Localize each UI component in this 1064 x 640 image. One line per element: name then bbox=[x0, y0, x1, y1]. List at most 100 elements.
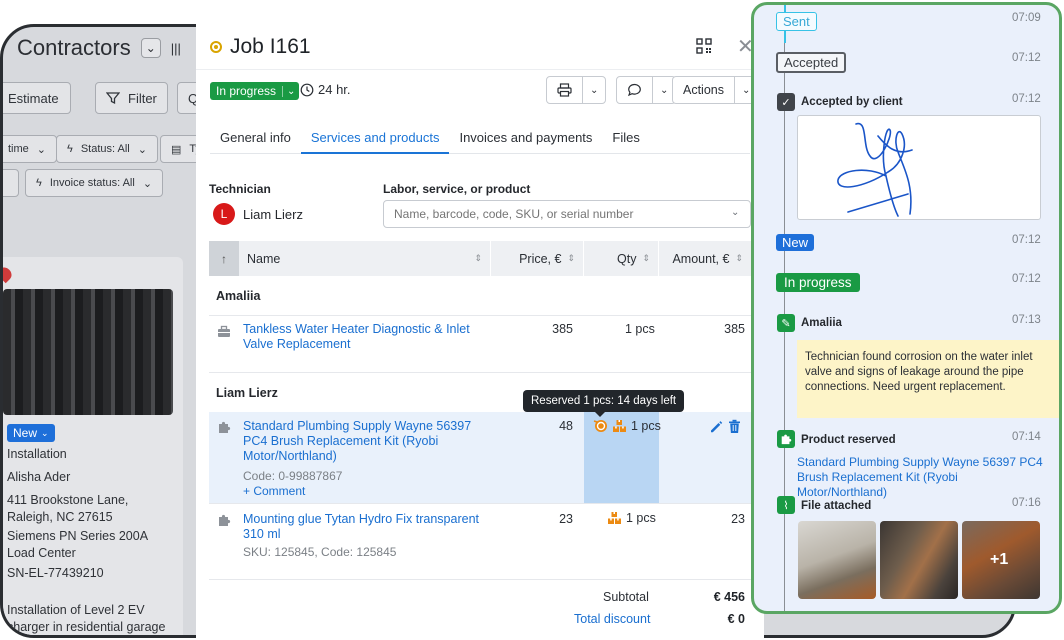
invoice-status-filter[interactable]: ϟ Invoice status: All ⌄ bbox=[25, 169, 164, 197]
row-amount: 385 bbox=[724, 322, 745, 336]
divider bbox=[209, 579, 751, 580]
print-main[interactable] bbox=[547, 77, 582, 103]
row-price: 385 bbox=[552, 322, 573, 336]
event-time: 07:14 bbox=[1012, 431, 1041, 443]
time-filter[interactable]: time ⌄ bbox=[3, 135, 57, 163]
tab-general-info[interactable]: General info bbox=[210, 124, 301, 154]
warehouse-icon bbox=[608, 512, 621, 524]
sort-arrow-icon[interactable]: ↑ bbox=[209, 241, 239, 276]
event-time: 07:12 bbox=[1012, 93, 1041, 105]
signature-drawing bbox=[837, 123, 913, 217]
columns-icon[interactable]: ||| bbox=[171, 41, 181, 56]
chevron-down-icon: ⌄ bbox=[142, 177, 153, 190]
column-name[interactable]: Name ⇕ bbox=[239, 241, 491, 276]
message-main[interactable] bbox=[617, 77, 652, 103]
event-title: Product reserved bbox=[801, 434, 896, 446]
print-button[interactable]: ⌄ bbox=[546, 76, 607, 104]
event-time: 07:12 bbox=[1012, 52, 1041, 64]
trash-icon[interactable] bbox=[728, 419, 741, 434]
puzzle-icon bbox=[777, 430, 795, 448]
table-header: ↑ Name ⇕ Price, € ⇕ Qty ⇕ Amount, € ⇕ bbox=[209, 241, 751, 276]
chevron-down-icon[interactable]: ⌄ bbox=[582, 77, 605, 103]
group-label: Liam Lierz bbox=[216, 386, 278, 400]
job-tabs: General info Services and products Invoi… bbox=[210, 124, 750, 154]
event-in-progress-tag: In progress bbox=[776, 273, 860, 292]
table-row[interactable]: Tankless Water Heater Diagnostic & Inlet… bbox=[209, 315, 751, 372]
tab-files[interactable]: Files bbox=[602, 124, 649, 154]
chat-icon bbox=[627, 83, 641, 97]
event-title: Amaliia bbox=[801, 317, 842, 329]
reserve-icon bbox=[593, 420, 607, 432]
actions-button-label: Actions bbox=[683, 83, 724, 97]
tab-services-and-products[interactable]: Services and products bbox=[300, 124, 450, 154]
actions-button[interactable]: Actions ⌄ bbox=[672, 76, 759, 104]
job-card-status-badge[interactable]: New ⌄ bbox=[7, 424, 55, 442]
chevron-down-icon: ⌄ bbox=[282, 85, 295, 97]
column-price[interactable]: Price, € ⇕ bbox=[491, 241, 584, 276]
column-qty[interactable]: Qty ⇕ bbox=[584, 241, 659, 276]
row-item-name[interactable]: Standard Plumbing Supply Wayne 56397 PC4… bbox=[243, 419, 493, 464]
chevron-down-icon[interactable]: ⌄ bbox=[731, 207, 739, 218]
attachment-thumbnail-more[interactable]: +1 bbox=[962, 521, 1040, 599]
table-row[interactable]: Mounting glue Tytan Hydro Fix transparen… bbox=[209, 503, 751, 579]
sort-icon: ⇕ bbox=[735, 253, 743, 263]
estimate-button[interactable]: Estimate bbox=[3, 82, 71, 114]
table-row[interactable]: Standard Plumbing Supply Wayne 56397 PC4… bbox=[209, 412, 751, 503]
total-discount-link[interactable]: Total discount bbox=[574, 612, 650, 626]
status-filter[interactable]: ϟ Status: All ⌄ bbox=[56, 135, 158, 163]
attachment-thumbnail[interactable] bbox=[880, 521, 958, 599]
column-price-label: Price, € bbox=[519, 251, 562, 266]
event-time: 07:09 bbox=[1012, 12, 1041, 24]
warehouse-icon bbox=[613, 419, 626, 432]
column-qty-label: Qty bbox=[617, 251, 637, 266]
row-qty: 1 pcs bbox=[607, 511, 656, 525]
toolbox-icon bbox=[218, 325, 230, 337]
lightning-icon: ϟ bbox=[36, 177, 42, 189]
column-amount[interactable]: Amount, € ⇕ bbox=[659, 241, 751, 276]
row-item-name[interactable]: Tankless Water Heater Diagnostic & Inlet… bbox=[243, 322, 493, 352]
background-app-title-text: Contractors bbox=[17, 35, 131, 60]
puzzle-icon bbox=[219, 514, 231, 526]
attachment-thumbnail[interactable] bbox=[798, 521, 876, 599]
puzzle-icon bbox=[219, 421, 231, 433]
pencil-icon[interactable] bbox=[709, 420, 723, 434]
row-price: 48 bbox=[559, 419, 573, 433]
job-dialog-header: Job I161 ✕ bbox=[196, 24, 764, 70]
job-card-address: 411 Brookstone Lane, Raleigh, NC 27615 bbox=[7, 493, 129, 524]
screen: Contractors ⌄ ||| Estimate Filter Q time… bbox=[0, 0, 1064, 640]
sort-icon: ⇕ bbox=[567, 253, 575, 263]
chevron-down-icon: ⌄ bbox=[41, 427, 49, 438]
column-amount-label: Amount, € bbox=[672, 251, 730, 266]
row-item-name[interactable]: Mounting glue Tytan Hydro Fix transparen… bbox=[243, 512, 493, 542]
product-search-input[interactable] bbox=[383, 200, 751, 228]
qr-code-icon[interactable] bbox=[696, 38, 712, 54]
estimate-button-label: Estimate bbox=[8, 90, 59, 106]
event-title: Accepted by client bbox=[801, 96, 903, 108]
clock-icon bbox=[300, 83, 314, 96]
technician-note: Technician found corrosion on the water … bbox=[797, 340, 1059, 418]
chevron-down-icon[interactable]: ⌄ bbox=[140, 38, 161, 58]
client-signature[interactable] bbox=[797, 115, 1041, 220]
filter-button[interactable]: Filter bbox=[95, 82, 168, 114]
row-price: 23 bbox=[559, 512, 573, 526]
reserved-tooltip: Reserved 1 pcs: 14 days left bbox=[523, 390, 685, 417]
job-card-photo bbox=[3, 289, 173, 415]
extra-filter[interactable] bbox=[3, 169, 19, 197]
event-time: 07:12 bbox=[1012, 234, 1041, 246]
reserved-product-link[interactable]: Standard Plumbing Supply Wayne 56397 PC4… bbox=[797, 455, 1047, 500]
status-dropdown[interactable]: In progress ⌄ bbox=[210, 82, 300, 100]
subtotal-value: € 456 bbox=[713, 590, 745, 604]
row-qty-value: 1 pcs bbox=[625, 322, 655, 336]
add-comment-link[interactable]: + Comment bbox=[243, 484, 305, 498]
event-time: 07:13 bbox=[1012, 314, 1041, 326]
labor-label: Labor, service, or product bbox=[383, 182, 531, 196]
job-dialog: Job I161 ✕ In progress ⌄ 24 hr. ⌄ ⌄ Acti… bbox=[196, 24, 764, 638]
row-qty: 1 pcs bbox=[625, 322, 655, 336]
event-title: File attached bbox=[801, 500, 872, 512]
background-app-title: Contractors ⌄ ||| bbox=[17, 35, 181, 61]
time-filter-label: time bbox=[8, 143, 29, 155]
tab-invoices-and-payments[interactable]: Invoices and payments bbox=[449, 124, 602, 154]
row-qty-value: 1 pcs bbox=[626, 511, 656, 525]
message-button[interactable]: ⌄ bbox=[616, 76, 677, 104]
technician-name[interactable]: Liam Lierz bbox=[243, 207, 303, 222]
